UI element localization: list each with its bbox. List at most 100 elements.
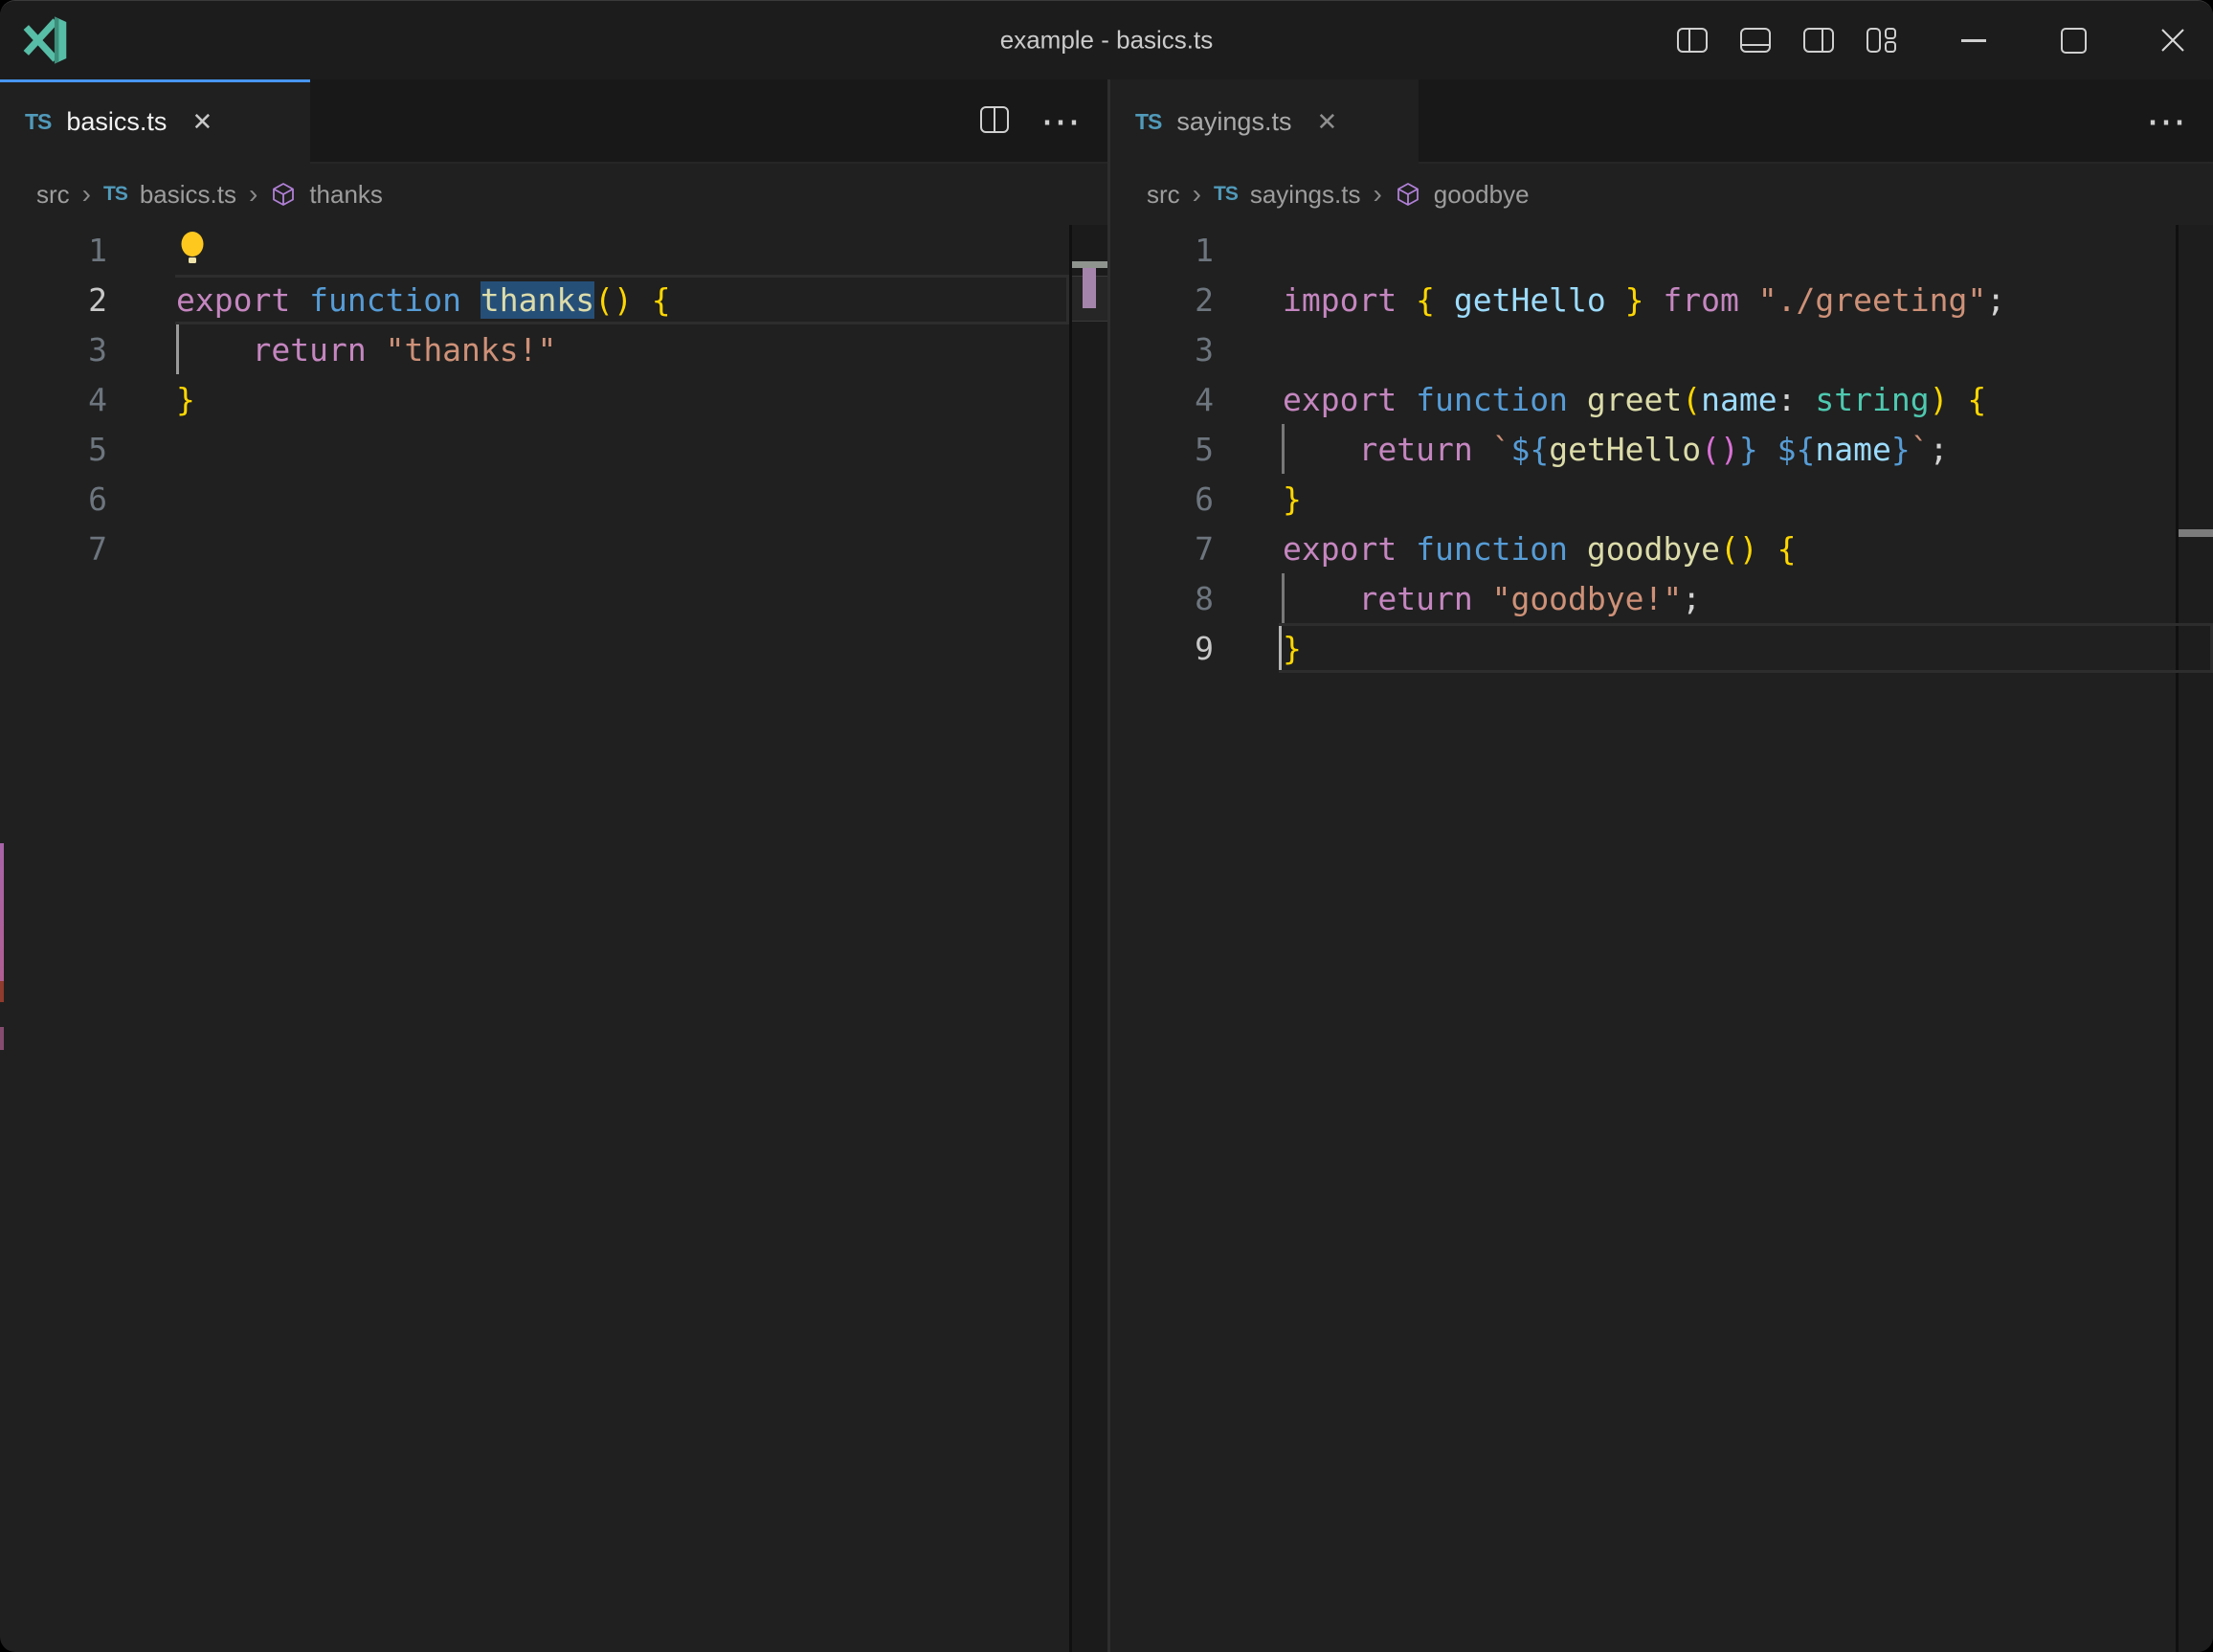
code-text: return "thanks!" <box>107 331 556 368</box>
symbol-module-icon <box>1395 181 1421 208</box>
current-line-highlight <box>1279 623 2213 673</box>
breadcrumb-folder[interactable]: src <box>36 180 70 210</box>
vscode-logo <box>19 13 73 67</box>
code-line[interactable]: 1 <box>1110 225 2213 275</box>
breadcrumb-file[interactable]: sayings.ts <box>1250 180 1361 210</box>
code-line[interactable]: 3 return "thanks!" <box>0 324 1107 374</box>
line-number[interactable]: 6 <box>1110 480 1214 518</box>
line-number[interactable]: 5 <box>1110 431 1214 468</box>
editor-actions-right: ⋯ <box>2146 79 2188 164</box>
line-number[interactable]: 2 <box>1110 281 1214 319</box>
line-number[interactable]: 2 <box>0 281 107 319</box>
breadcrumb: src › TS basics.ts › thanks <box>0 164 1107 225</box>
typescript-file-icon: TS <box>103 183 127 206</box>
code-text: export function goodbye() { <box>1214 530 1797 568</box>
code-text: import { getHello } from "./greeting"; <box>1214 281 2005 319</box>
lightbulb-icon[interactable] <box>176 230 209 270</box>
chevron-right-icon: › <box>1373 179 1381 210</box>
code-editor-basics[interactable]: 12export function thanks() {3 return "th… <box>0 225 1107 1652</box>
code-line[interactable]: 5 <box>0 424 1107 474</box>
line-number[interactable]: 7 <box>1110 530 1214 568</box>
close-button[interactable] <box>2154 21 2192 59</box>
split-editor-icon[interactable] <box>977 102 1012 142</box>
chevron-right-icon: › <box>249 179 257 210</box>
background-edge-strip <box>0 843 4 981</box>
code-text: } <box>107 381 195 418</box>
code-text: } <box>1214 480 1302 518</box>
background-edge-strip <box>0 981 4 1002</box>
code-line[interactable]: 5 return `${getHello()} ${name}`; <box>1110 424 2213 474</box>
line-number[interactable]: 1 <box>0 232 107 269</box>
tabstrip-left: TS basics.ts ✕ ⋯ <box>0 79 1107 164</box>
background-edge-strip <box>0 1027 4 1050</box>
line-number[interactable]: 8 <box>1110 580 1214 617</box>
minimize-button[interactable] <box>1955 21 1993 59</box>
chevron-right-icon: › <box>1193 179 1201 210</box>
editor-group-left: TS basics.ts ✕ ⋯ src › TS basics. <box>0 79 1107 1652</box>
line-number[interactable]: 3 <box>1110 331 1214 368</box>
code-line[interactable]: 2import { getHello } from "./greeting"; <box>1110 275 2213 324</box>
editor-group-right: TS sayings.ts ✕ ⋯ src › TS sayings.ts › <box>1110 79 2213 1652</box>
line-number[interactable]: 6 <box>0 480 107 518</box>
line-number[interactable]: 4 <box>1110 381 1214 418</box>
symbol-module-icon <box>270 181 297 208</box>
code-text: return `${getHello()} ${name}`; <box>1214 431 1949 468</box>
line-number[interactable]: 9 <box>1110 630 1214 667</box>
tabstrip-right: TS sayings.ts ✕ ⋯ <box>1110 79 2213 164</box>
tab-label: sayings.ts <box>1176 107 1291 137</box>
code-text: return "goodbye!"; <box>1214 580 1701 617</box>
text-cursor <box>1279 626 1282 670</box>
editor-actions-left: ⋯ <box>977 79 1083 164</box>
code-line[interactable]: 8 return "goodbye!"; <box>1110 573 2213 623</box>
window-title: example - basics.ts <box>1000 26 1214 56</box>
breadcrumb-symbol[interactable]: thanks <box>309 180 383 210</box>
tab-basics-ts[interactable]: TS basics.ts ✕ <box>0 79 310 164</box>
breadcrumb-symbol[interactable]: goodbye <box>1434 180 1530 210</box>
close-tab-icon[interactable]: ✕ <box>191 107 212 137</box>
titlebar: example - basics.ts <box>0 1 2213 79</box>
more-actions-icon[interactable]: ⋯ <box>1040 79 1083 164</box>
active-tab-indicator <box>0 79 310 82</box>
toggle-panel-icon[interactable] <box>1736 21 1775 59</box>
code-line[interactable]: 7 <box>0 524 1107 573</box>
code-editor-sayings[interactable]: 1 2import { getHello } from "./greeting";… <box>1110 225 2213 1652</box>
breadcrumb-file[interactable]: basics.ts <box>140 180 236 210</box>
tab-label: basics.ts <box>66 107 167 137</box>
code-text: export function greet(name: string) { <box>1214 381 1986 418</box>
maximize-button[interactable] <box>2054 21 2092 59</box>
code-text: } <box>1214 630 1302 667</box>
code-line[interactable]: 4} <box>0 374 1107 424</box>
toggle-primary-sidebar-icon[interactable] <box>1673 21 1711 59</box>
code-line[interactable]: 2export function thanks() { <box>0 275 1107 324</box>
titlebar-controls <box>1648 1 2192 79</box>
typescript-file-icon: TS <box>1214 183 1238 206</box>
overview-ruler[interactable] <box>2176 225 2213 1652</box>
code-line[interactable]: 6} <box>1110 474 2213 524</box>
line-number[interactable]: 5 <box>0 431 107 468</box>
minimap[interactable] <box>1069 225 1107 1652</box>
toggle-secondary-sidebar-icon[interactable] <box>1799 21 1838 59</box>
line-number[interactable]: 1 <box>1110 232 1214 269</box>
code-line[interactable]: 6 <box>0 474 1107 524</box>
breadcrumb-folder[interactable]: src <box>1147 180 1180 210</box>
customize-layout-icon[interactable] <box>1863 21 1901 59</box>
more-actions-icon[interactable]: ⋯ <box>2146 79 2188 164</box>
typescript-file-icon: TS <box>25 109 51 135</box>
line-number[interactable]: 7 <box>0 530 107 568</box>
close-tab-icon[interactable]: ✕ <box>1316 107 1337 137</box>
minimap-purple-decoration <box>1083 268 1096 308</box>
code-line[interactable]: 3 <box>1110 324 2213 374</box>
code-line[interactable]: 1 <box>0 225 1107 275</box>
tab-sayings-ts[interactable]: TS sayings.ts ✕ <box>1110 79 1419 164</box>
code-line[interactable]: 4export function greet(name: string) { <box>1110 374 2213 424</box>
code-line[interactable]: 9} <box>1110 623 2213 673</box>
overview-gray-decoration <box>2179 529 2213 537</box>
breadcrumb: src › TS sayings.ts › goodbye <box>1110 164 2213 225</box>
code-line[interactable]: 7export function goodbye() { <box>1110 524 2213 573</box>
minimap-gray-decoration <box>1072 261 1107 268</box>
typescript-file-icon: TS <box>1135 109 1161 135</box>
chevron-right-icon: › <box>82 179 91 210</box>
line-number[interactable]: 3 <box>0 331 107 368</box>
line-number[interactable]: 4 <box>0 381 107 418</box>
vscode-window: example - basics.ts <box>0 0 2213 1652</box>
